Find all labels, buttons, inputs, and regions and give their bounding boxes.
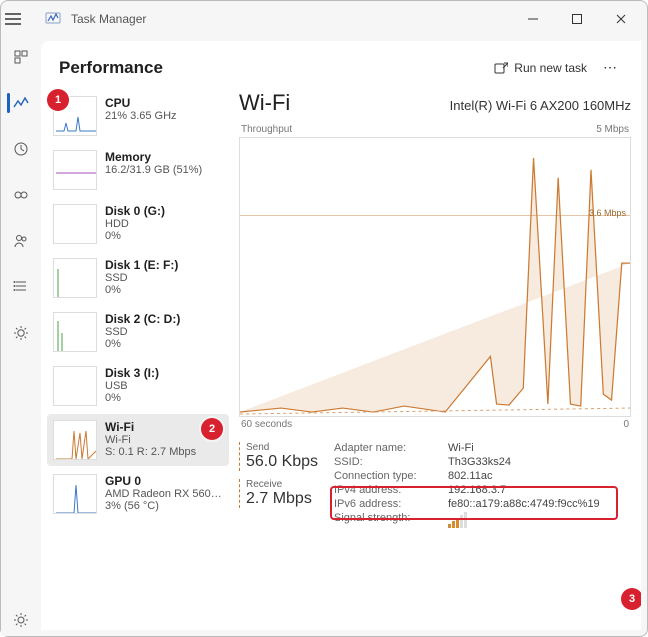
x-left: 60 seconds [241,419,292,430]
nav-startup-icon[interactable] [5,179,37,211]
adapter-name: Intel(R) Wi-Fi 6 AX200 160MHz [300,98,631,113]
x-right: 0 [623,419,629,430]
send-stat: Send 56.0 Kbps [239,442,324,471]
run-new-task-button[interactable]: Run new task [486,57,595,79]
more-button[interactable]: ⋯ [595,55,625,80]
page-title: Performance [59,58,486,78]
annotation-badge-3: 3 [621,588,641,610]
nav-services-icon[interactable] [5,317,37,349]
nav-history-icon[interactable] [5,133,37,165]
app-window: Task Manager 1 Performance Run [0,0,648,637]
sidebar-item-disk2[interactable]: Disk 2 (C: D:)SSD0% [47,306,229,358]
nav-details-icon[interactable] [5,271,37,303]
sidebar-item-disk3[interactable]: Disk 3 (I:)USB0% [47,360,229,412]
minimize-button[interactable] [511,4,555,34]
content-area: 1 Performance Run new task ⋯ CPU21% 3.65… [41,41,641,630]
detail-title: Wi-Fi [239,90,290,116]
sidebar-item-cpu[interactable]: CPU21% 3.65 GHz [47,90,229,142]
nav-users-icon[interactable] [5,225,37,257]
receive-stat: Receive 2.7 Mbps [239,479,324,508]
app-icon [41,11,65,27]
detail-panel: Wi-Fi Intel(R) Wi-Fi 6 AX200 160MHz Thro… [233,90,641,630]
sidebar-item-disk0[interactable]: Disk 0 (G:)HDD0% [47,198,229,250]
maximize-button[interactable] [555,4,599,34]
throughput-chart: 3.6 Mbps [239,137,631,417]
titlebar: Task Manager [1,1,647,37]
throughput-max: 5 Mbps [596,124,629,135]
sidebar-item-disk1[interactable]: Disk 1 (E: F:)SSD0% [47,252,229,304]
settings-icon[interactable] [5,604,37,636]
sidebar-item-gpu[interactable]: GPU 0AMD Radeon RX 560…3% (56 °C) [47,468,229,520]
run-task-label: Run new task [514,61,587,75]
sidebar-item-wifi[interactable]: Wi-FiWi-FiS: 0.1 R: 2.7 Mbps 2 [47,414,229,466]
close-button[interactable] [599,4,643,34]
nav-rail [1,37,41,636]
marker-label: 3.6 Mbps [589,208,626,218]
nav-performance-icon[interactable] [5,87,37,119]
sidebar-item-memory[interactable]: Memory16.2/31.9 GB (51%) [47,144,229,196]
resource-list: CPU21% 3.65 GHz Memory16.2/31.9 GB (51%)… [41,90,233,630]
annotation-badge-2: 2 [201,418,223,440]
hamburger-icon[interactable] [5,13,41,25]
properties-grid: Adapter name:Wi-Fi SSID:Th3G33ks24 Conne… [334,442,631,531]
app-title: Task Manager [65,12,511,26]
throughput-label: Throughput [241,124,292,135]
annotation-badge-1: 1 [47,89,69,111]
run-task-icon [494,61,508,75]
nav-processes-icon[interactable] [5,41,37,73]
annotation-box-3 [330,486,618,520]
